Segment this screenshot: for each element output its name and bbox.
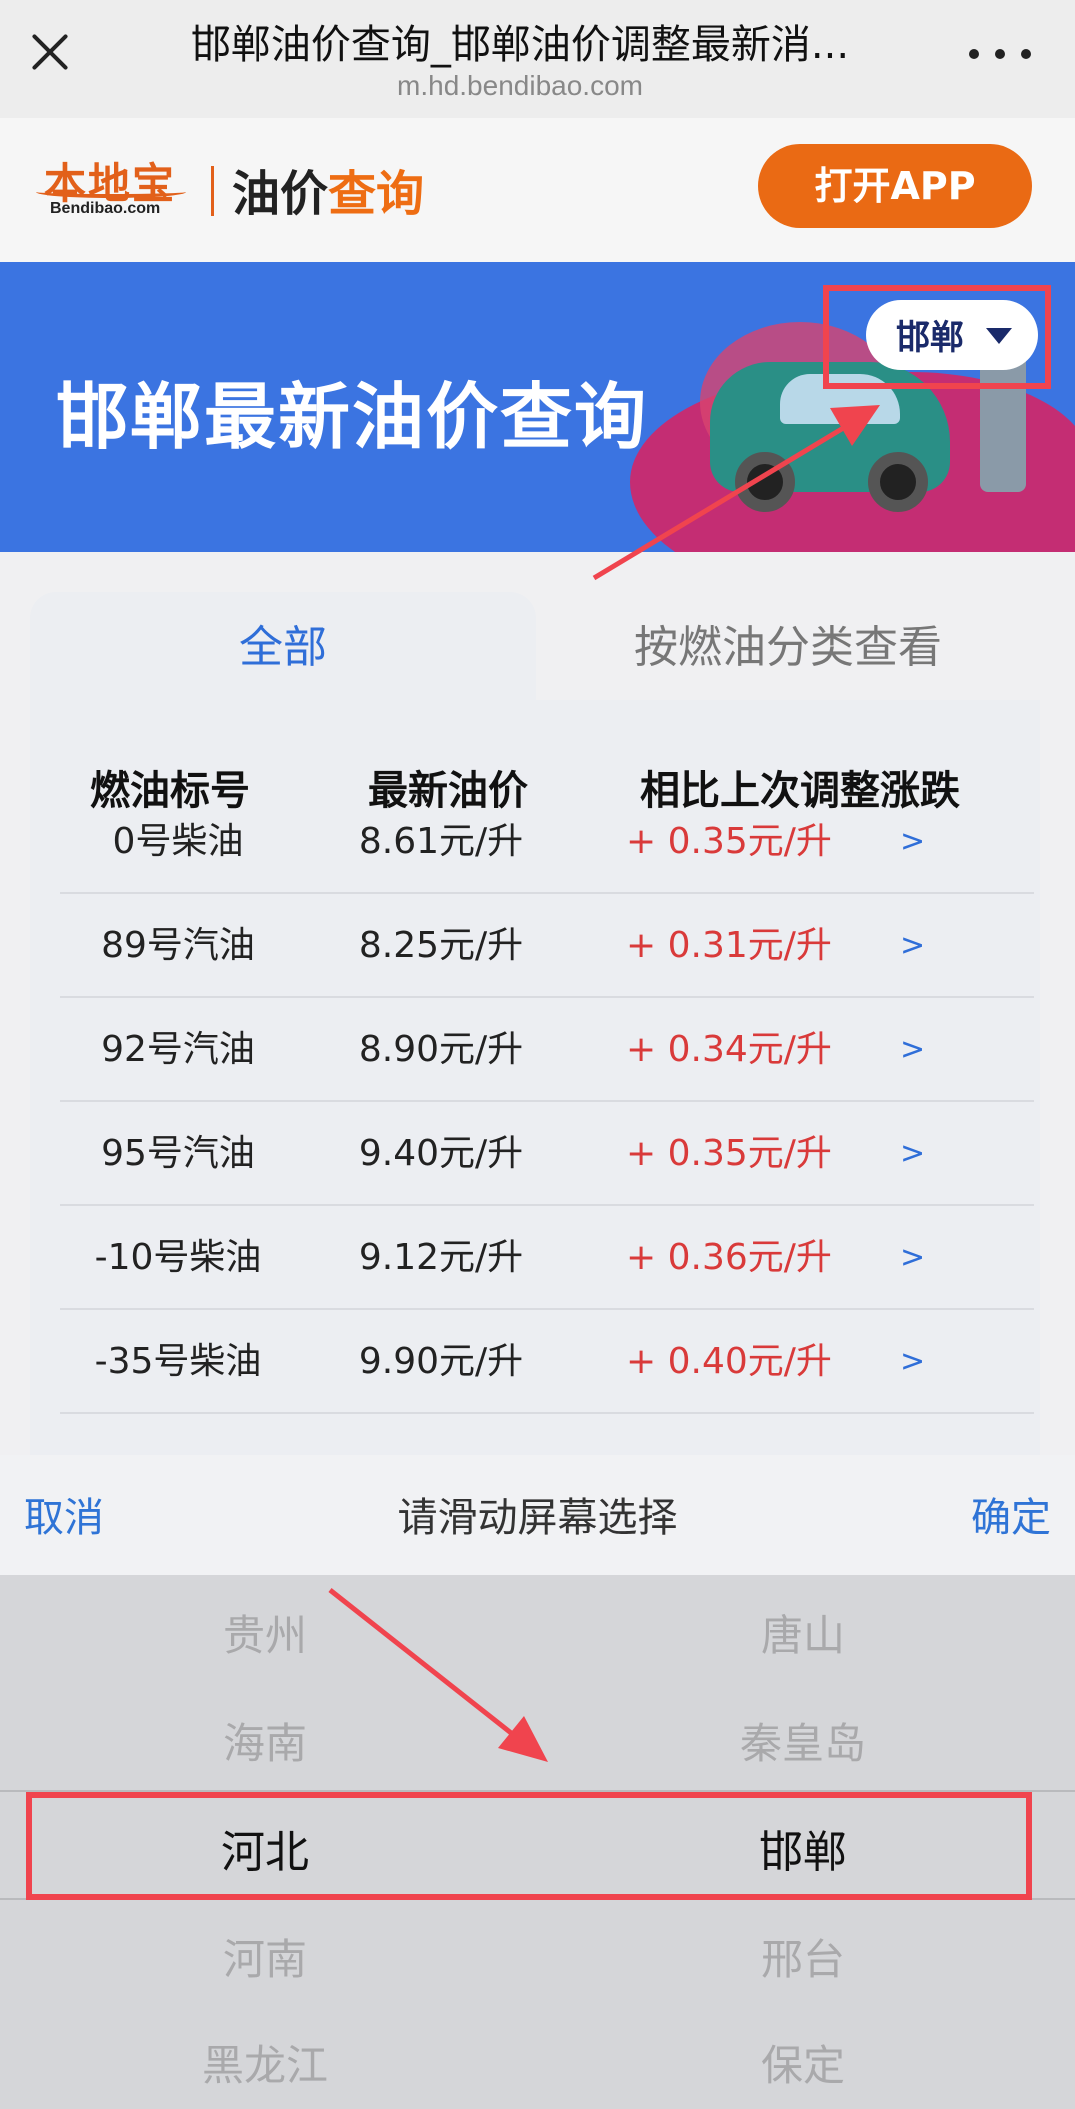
chevron-right-icon[interactable]: > <box>900 1310 940 1414</box>
table-row[interactable]: 89号汽油 8.25元/升 + 0.31元/升 > <box>60 894 1034 998</box>
site-header: 本地宝 Bendibao.com 油价查询 打开APP <box>0 118 1075 262</box>
picker-confirm-button[interactable]: 确定 <box>971 1485 1051 1543</box>
chevron-right-icon[interactable]: > <box>900 894 940 998</box>
fuel-name: -10号柴油 <box>94 1237 262 1278</box>
price-change: + 0.35元/升 <box>626 821 832 862</box>
row-divider <box>60 1412 1034 1414</box>
page-url: m.hd.bendibao.com <box>397 70 643 101</box>
car-wheel-illustration <box>868 452 928 512</box>
header-divider <box>211 166 214 216</box>
browser-top-bar: 邯郸油价查询_邯郸油价调整最新消... m.hd.bendibao.com <box>0 0 1075 118</box>
chevron-right-icon[interactable]: > <box>900 1206 940 1310</box>
picker-province-option[interactable]: 贵州 <box>165 1602 365 1663</box>
section-title: 油价查询 <box>232 154 424 224</box>
chevron-right-icon[interactable]: > <box>900 1102 940 1206</box>
picker-city-option[interactable]: 邢台 <box>703 1926 903 1987</box>
open-app-button[interactable]: 打开APP <box>758 144 1032 228</box>
fuel-name: 89号汽油 <box>101 925 255 966</box>
picker-province-option[interactable]: 海南 <box>165 1710 365 1771</box>
car-wheel-illustration <box>735 452 795 512</box>
price-change: + 0.31元/升 <box>626 925 832 966</box>
picker-province-option[interactable]: 黑龙江 <box>165 2032 365 2093</box>
section-title-dark: 油价 <box>232 166 329 222</box>
bendibao-logo[interactable]: 本地宝 Bendibao.com <box>36 150 196 230</box>
logo-arc <box>36 186 186 198</box>
fuel-price: 8.90元/升 <box>358 1029 524 1070</box>
close-icon[interactable] <box>22 24 78 80</box>
table-row[interactable]: 92号汽油 8.90元/升 + 0.34元/升 > <box>60 998 1034 1102</box>
fuel-name: -35号柴油 <box>94 1341 262 1382</box>
fuel-price: 9.12元/升 <box>358 1237 524 1278</box>
banner-title: 邯郸最新油价查询 <box>56 375 649 459</box>
fuel-price: 8.25元/升 <box>358 925 524 966</box>
fuel-price: 9.90元/升 <box>358 1341 524 1382</box>
chevron-right-icon[interactable]: > <box>900 790 940 894</box>
picker-province-option[interactable]: 河南 <box>165 1926 365 1987</box>
page-title: 邯郸油价查询_邯郸油价调整最新消... <box>190 22 850 68</box>
fuel-name: 0号柴油 <box>112 821 244 862</box>
table-row[interactable]: -10号柴油 9.12元/升 + 0.36元/升 > <box>60 1206 1034 1310</box>
fuel-name: 92号汽油 <box>101 1029 255 1070</box>
fuel-price: 8.61元/升 <box>358 821 524 862</box>
table-row[interactable]: 0号柴油 8.61元/升 + 0.35元/升 > <box>60 790 1034 894</box>
picker-cancel-button[interactable]: 取消 <box>24 1485 104 1543</box>
picker-title: 请滑动屏幕选择 <box>397 1495 678 1541</box>
logo-subtext: Bendibao.com <box>50 200 161 217</box>
annotation-highlight-picker-selection <box>26 1792 1032 1900</box>
picker-city-option[interactable]: 保定 <box>703 2032 903 2093</box>
tab-all[interactable]: 全部 <box>30 592 536 704</box>
chevron-right-icon[interactable]: > <box>900 998 940 1102</box>
table-row[interactable]: 95号汽油 9.40元/升 + 0.35元/升 > <box>60 1102 1034 1206</box>
price-change: + 0.36元/升 <box>626 1237 832 1278</box>
table-row[interactable]: -35号柴油 9.90元/升 + 0.40元/升 > <box>60 1310 1034 1414</box>
picker-city-option[interactable]: 唐山 <box>703 1602 903 1663</box>
price-change: + 0.34元/升 <box>626 1029 832 1070</box>
more-options-icon[interactable] <box>965 32 1035 72</box>
price-change: + 0.40元/升 <box>626 1341 832 1382</box>
fuel-tabs: 全部 按燃油分类查看 <box>30 592 1040 704</box>
price-table: 燃油标号 最新油价 相比上次调整涨跌 0号柴油 8.61元/升 + 0.35元/… <box>30 700 1040 1500</box>
fuel-name: 95号汽油 <box>101 1133 255 1174</box>
tab-by-fuel-type[interactable]: 按燃油分类查看 <box>536 592 1040 704</box>
section-title-orange: 查询 <box>328 166 425 222</box>
picker-toolbar: 请滑动屏幕选择 取消 确定 <box>0 1455 1075 1575</box>
picker-city-option[interactable]: 秦皇岛 <box>703 1710 903 1771</box>
price-change: + 0.35元/升 <box>626 1133 832 1174</box>
fuel-price: 9.40元/升 <box>358 1133 524 1174</box>
annotation-highlight-city-selector <box>823 285 1051 389</box>
